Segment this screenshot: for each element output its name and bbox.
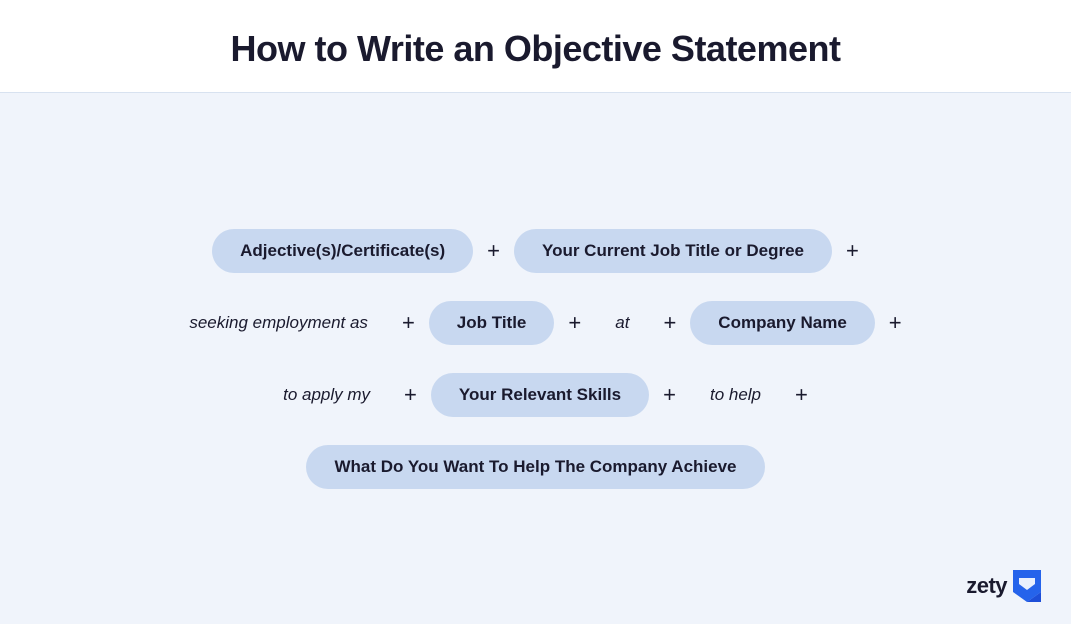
pill-relevant-skills: Your Relevant Skills [431,373,649,417]
page-header: How to Write an Objective Statement [0,0,1071,93]
plus-8: + [663,382,676,408]
plus-4: + [568,310,581,336]
plus-3: + [402,310,415,336]
plus-2: + [846,238,859,264]
text-to-apply: to apply my [263,373,390,417]
formula-row-3: to apply my + Your Relevant Skills + to … [263,373,808,417]
formula-row-4: What Do You Want To Help The Company Ach… [306,445,764,489]
pill-adjectives: Adjective(s)/Certificate(s) [212,229,473,273]
pill-company-name: Company Name [690,301,874,345]
plus-9: + [795,382,808,408]
pill-job-title-degree: Your Current Job Title or Degree [514,229,832,273]
page-title: How to Write an Objective Statement [0,28,1071,70]
formula-row-2: seeking employment as + Job Title + at +… [169,301,901,345]
plus-6: + [889,310,902,336]
pill-job-title: Job Title [429,301,555,345]
pill-achieve: What Do You Want To Help The Company Ach… [306,445,764,489]
text-seeking: seeking employment as [169,301,388,345]
text-to-help: to help [690,373,781,417]
formula-row-1: Adjective(s)/Certificate(s) + Your Curre… [212,229,859,273]
logo-area: zety [966,570,1041,602]
main-content: Adjective(s)/Certificate(s) + Your Curre… [109,93,961,624]
plus-5: + [663,310,676,336]
text-at: at [595,301,649,345]
plus-1: + [487,238,500,264]
logo-text: zety [966,573,1007,599]
logo-icon [1013,570,1041,602]
plus-7: + [404,382,417,408]
